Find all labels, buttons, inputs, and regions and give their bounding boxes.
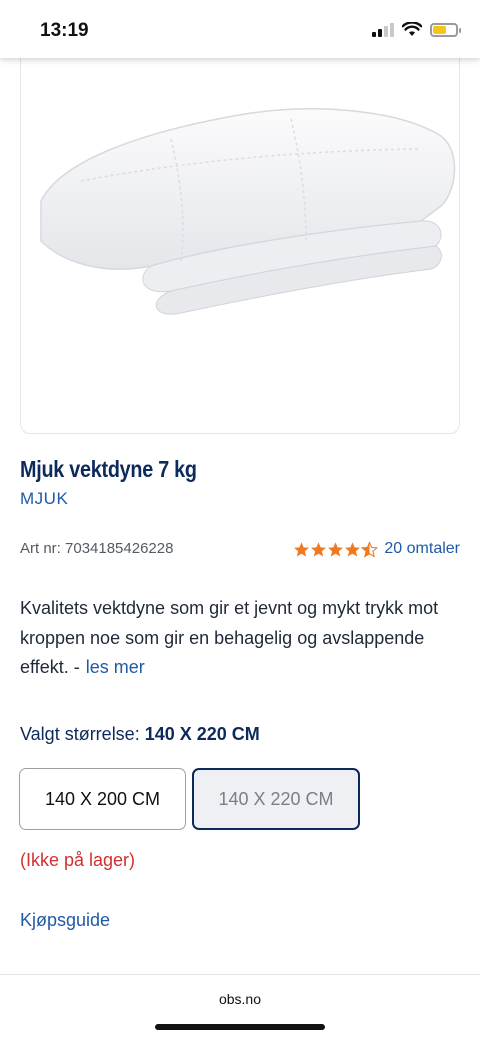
- buying-guide-link[interactable]: Kjøpsguide: [20, 910, 110, 931]
- duvet-image: [40, 108, 456, 315]
- rating[interactable]: 20 omtaler: [293, 540, 460, 558]
- selected-size-value: 140 X 220 CM: [144, 724, 260, 744]
- read-more-link[interactable]: les mer: [86, 657, 145, 677]
- battery-icon: [430, 22, 461, 37]
- star-half-icon: [361, 540, 379, 558]
- size-option-140x220[interactable]: 140 X 220 CM: [192, 768, 360, 830]
- browser-bottom-bar: obs.no: [0, 974, 480, 1039]
- status-bar: 13:19: [0, 0, 480, 58]
- wifi-icon: [402, 22, 422, 36]
- product-title: Mjuk vektdyne 7 kg: [20, 456, 197, 482]
- article-number: Art nr: 7034185426228: [20, 540, 174, 557]
- cellular-signal-icon: [372, 22, 394, 37]
- product-image[interactable]: [20, 40, 460, 434]
- status-time: 13:19: [40, 20, 89, 41]
- size-option-140x200[interactable]: 140 X 200 CM: [19, 768, 186, 830]
- star-full-icon: [328, 541, 344, 557]
- product-description: Kvalitets vektdyne som gir et jevnt og m…: [20, 594, 460, 683]
- status-icons: [372, 22, 461, 37]
- star-full-icon: [294, 541, 310, 557]
- stock-status: (Ikke på lager): [20, 850, 136, 870]
- description-text: Kvalitets vektdyne som gir et jevnt og m…: [20, 598, 439, 677]
- rating-stars: [293, 540, 379, 558]
- product-brand-link[interactable]: MJUK: [20, 489, 68, 509]
- home-indicator[interactable]: [155, 1024, 325, 1030]
- star-full-icon: [345, 541, 361, 557]
- selected-size-label: Valgt størrelse: 140 X 220 CM: [20, 724, 260, 745]
- url-bar[interactable]: obs.no: [0, 991, 480, 1007]
- star-full-icon: [311, 541, 327, 557]
- reviews-link[interactable]: 20 omtaler: [384, 540, 460, 558]
- size-label-text: Valgt størrelse:: [20, 724, 140, 744]
